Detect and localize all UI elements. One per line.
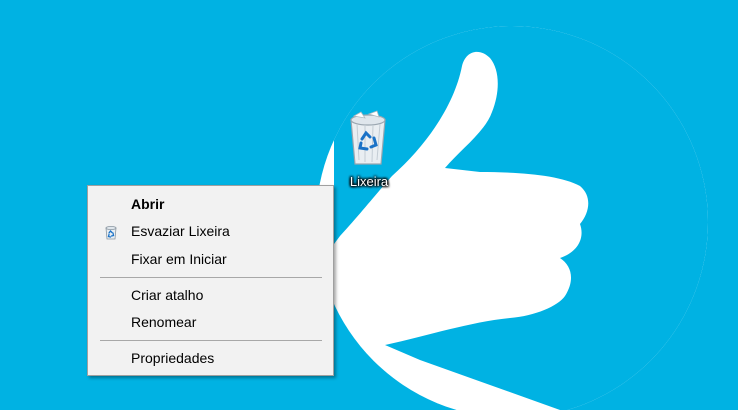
menu-item-propriedades[interactable]: Propriedades xyxy=(90,345,331,371)
recycle-bin-desktop-icon[interactable]: Lixeira xyxy=(333,108,405,192)
menu-item-criar-atalho[interactable]: Criar atalho xyxy=(90,282,331,308)
menu-item-label: Esvaziar Lixeira xyxy=(131,223,230,239)
menu-item-renomear[interactable]: Renomear xyxy=(90,309,331,335)
menu-item-fixar-em-iniciar[interactable]: Fixar em Iniciar xyxy=(90,246,331,272)
menu-item-label: Renomear xyxy=(131,314,197,330)
menu-item-label: Criar atalho xyxy=(131,287,204,303)
menu-separator xyxy=(100,277,322,278)
recycle-bin-icon xyxy=(350,110,386,165)
menu-item-label: Propriedades xyxy=(131,350,215,366)
context-menu: Abrir Esvaziar Lixeira Fixar em Iniciar … xyxy=(87,185,334,376)
menu-item-esvaziar-lixeira[interactable]: Esvaziar Lixeira xyxy=(90,218,331,244)
menu-item-label: Fixar em Iniciar xyxy=(131,251,227,267)
menu-separator xyxy=(100,340,322,341)
recycle-bin-label: Lixeira xyxy=(349,174,389,189)
menu-item-abrir[interactable]: Abrir xyxy=(90,191,331,217)
menu-item-label: Abrir xyxy=(131,196,165,212)
recycle-bin-icon xyxy=(105,226,117,240)
